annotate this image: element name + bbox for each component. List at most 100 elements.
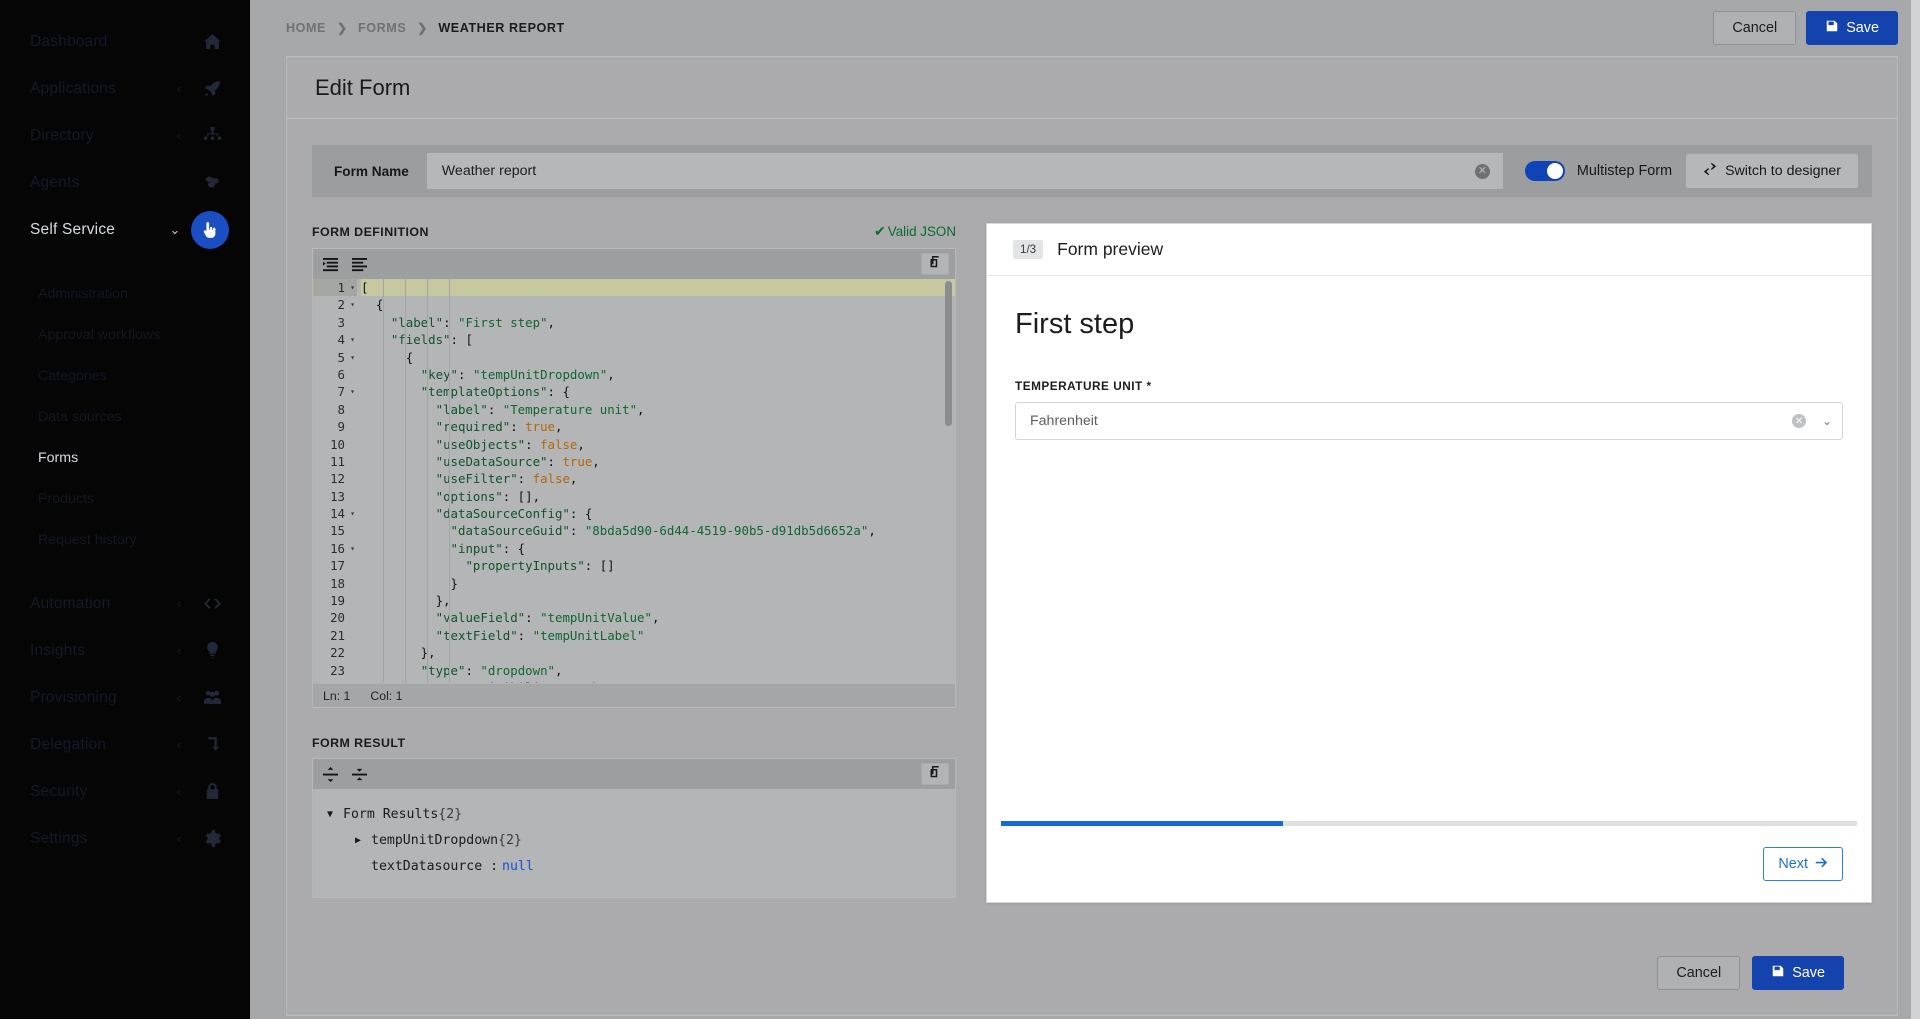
form-result-area: ▼ Form Results {2} ▶ tempUnitDropdown {2} te… bbox=[312, 758, 956, 898]
breadcrumb-item[interactable]: FORMS bbox=[358, 21, 406, 35]
chevron-icon[interactable]: ‹ bbox=[168, 737, 190, 752]
next-button[interactable]: Next bbox=[1763, 847, 1843, 881]
chevron-icon[interactable]: ‹ bbox=[168, 784, 190, 799]
sidebar-item-delegation[interactable]: Delegation ‹ bbox=[0, 721, 250, 768]
code-column: [ { "label": "First step", "fields": [ {… bbox=[361, 279, 955, 683]
step-badge: 1/3 bbox=[1013, 240, 1044, 259]
sidebar-subitem-approval-workflows[interactable]: Approval workflows bbox=[0, 314, 250, 355]
tree-value: null bbox=[502, 858, 534, 874]
switch-to-designer-button[interactable]: Switch to designer bbox=[1686, 154, 1858, 188]
fold-toggle-icon[interactable]: ▾ bbox=[350, 505, 355, 522]
sidebar-subitem-products[interactable]: Products bbox=[0, 478, 250, 519]
chevron-icon[interactable]: ⌄ bbox=[164, 222, 186, 238]
multistep-toggle[interactable] bbox=[1524, 161, 1565, 181]
page-scrollbar[interactable] bbox=[1911, 0, 1920, 1019]
chevron-icon[interactable]: ‹ bbox=[168, 690, 190, 705]
sidebar-item-applications[interactable]: Applications ‹ bbox=[0, 65, 250, 112]
compact-lines-icon[interactable] bbox=[352, 257, 367, 272]
chevron-icon[interactable]: ‹ bbox=[168, 596, 190, 611]
code-line: "useDataSource": true, bbox=[435, 453, 600, 469]
sidebar-item-automation[interactable]: Automation ‹ bbox=[0, 580, 250, 627]
sidebar-item-directory[interactable]: Directory ‹ bbox=[0, 112, 250, 159]
lock-icon bbox=[196, 776, 228, 808]
form-name-input[interactable] bbox=[441, 163, 1475, 179]
rocket-icon bbox=[196, 73, 228, 105]
fold-toggle-icon[interactable]: ▾ bbox=[350, 279, 355, 296]
sidebar-item-agents[interactable]: Agents bbox=[0, 159, 250, 206]
line-number: 18 bbox=[330, 575, 345, 591]
indent-format-icon[interactable] bbox=[323, 257, 338, 272]
floppy-disk-icon bbox=[1771, 964, 1785, 982]
collapse-all-icon[interactable] bbox=[352, 767, 367, 782]
code-line: "useObjects": false, bbox=[435, 436, 585, 452]
temperature-unit-select[interactable]: Fahrenheit ✕ ⌄ bbox=[1015, 402, 1843, 440]
users-icon bbox=[196, 682, 228, 714]
chevron-down-icon[interactable]: ⌄ bbox=[1822, 414, 1832, 428]
sidebar-subitem-request-history[interactable]: Request history bbox=[0, 519, 250, 560]
cancel-button-bottom[interactable]: Cancel bbox=[1657, 956, 1741, 990]
top-bar: HOME ❯ FORMS ❯ WEATHER REPORT Cancel Save bbox=[250, 0, 1920, 56]
line-number-gutter: 1 ▾ 2 ▾ 3 4 ▾ 5 ▾ 6 7 ▾ 8 9 10 11 12 13 14 ▾ 15 16 ▾ 17 18 19 20 21… bbox=[313, 279, 361, 683]
fold-toggle-icon[interactable]: ▾ bbox=[350, 540, 355, 557]
fold-toggle-icon[interactable]: ▾ bbox=[350, 296, 355, 313]
line-number: 12 bbox=[330, 471, 345, 487]
tree-caret-icon[interactable]: ▼ bbox=[327, 809, 343, 820]
sidebar-item-label: Settings bbox=[30, 829, 88, 847]
code-line: { bbox=[361, 297, 384, 313]
sidebar-item-provisioning[interactable]: Provisioning ‹ bbox=[0, 674, 250, 721]
chevron-icon[interactable]: ‹ bbox=[168, 81, 190, 96]
sidebar-item-security[interactable]: Security ‹ bbox=[0, 768, 250, 815]
main-area: HOME ❯ FORMS ❯ WEATHER REPORT Cancel Save Ed… bbox=[250, 0, 1920, 1019]
cancel-button-top[interactable]: Cancel bbox=[1713, 11, 1797, 45]
tree-row[interactable]: ▼ Form Results {2} bbox=[313, 801, 955, 827]
clear-circle-icon[interactable]: ✕ bbox=[1474, 163, 1490, 179]
chevron-icon[interactable]: ‹ bbox=[168, 128, 190, 143]
fold-toggle-icon[interactable]: ▾ bbox=[350, 383, 355, 400]
fold-toggle-icon[interactable]: ▾ bbox=[350, 331, 355, 348]
multistep-toggle-group: Multistep Form bbox=[1503, 161, 1686, 181]
sidebar-secondary-nav: Automation ‹ Insights ‹ Provisioning ‹ Delegat… bbox=[0, 580, 250, 862]
save-button-top[interactable]: Save bbox=[1806, 11, 1898, 45]
tree-caret-icon[interactable]: ▶ bbox=[355, 835, 371, 846]
code-area[interactable]: 1 ▾ 2 ▾ 3 4 ▾ 5 ▾ 6 7 ▾ 8 9 10 11 12 13 14 ▾ 15 16 ▾ 17 18 19 20 21… bbox=[313, 279, 955, 683]
floppy-disk-icon bbox=[1825, 19, 1839, 37]
form-result-block: FORM RESULT ▼ Form Results {2} ▶ tempUni… bbox=[312, 736, 956, 898]
sidebar-item-insights[interactable]: Insights ‹ bbox=[0, 627, 250, 674]
tree-row[interactable]: textDatasource : null bbox=[313, 853, 955, 879]
copy-result-button[interactable] bbox=[921, 763, 949, 785]
sidebar-item-self-service[interactable]: Self Service ⌄ bbox=[0, 206, 250, 253]
code-line: "textField": "tempUnitLabel" bbox=[435, 627, 645, 643]
sidebar-subitem-categories[interactable]: Categories bbox=[0, 355, 250, 396]
code-line: }, bbox=[361, 645, 436, 661]
next-button-label: Next bbox=[1778, 856, 1808, 872]
breadcrumb-item[interactable]: HOME bbox=[286, 21, 326, 35]
sidebar-item-settings[interactable]: Settings ‹ bbox=[0, 815, 250, 862]
right-pane: 1/3 Form preview First step TEMPERATURE … bbox=[972, 223, 1872, 931]
chevron-icon[interactable]: ‹ bbox=[168, 831, 190, 846]
copy-definition-button[interactable] bbox=[921, 253, 949, 275]
arrow-turn-icon bbox=[196, 729, 228, 761]
code-line: } bbox=[361, 575, 458, 591]
save-button-bottom[interactable]: Save bbox=[1752, 956, 1844, 990]
tree-label: tempUnitDropdown bbox=[371, 832, 499, 848]
arrow-right-icon bbox=[1815, 856, 1828, 873]
chevron-icon[interactable]: ‹ bbox=[168, 643, 190, 658]
form-result-title: FORM RESULT bbox=[312, 736, 406, 750]
save-button-top-label: Save bbox=[1846, 20, 1879, 36]
sidebar-subitem-administration[interactable]: Administration bbox=[0, 273, 250, 314]
expand-all-icon[interactable] bbox=[323, 766, 338, 782]
sidebar-item-dashboard[interactable]: Dashboard bbox=[0, 18, 250, 65]
editor-vertical-scrollbar[interactable] bbox=[945, 281, 952, 426]
sidebar-item-label: Insights bbox=[30, 641, 86, 659]
code-line: "summaryVisibility": "Show" bbox=[361, 679, 955, 683]
clear-circle-icon[interactable]: ✕ bbox=[1791, 414, 1806, 428]
fold-toggle-icon[interactable]: ▾ bbox=[350, 349, 355, 366]
code-line: }, bbox=[361, 593, 451, 609]
code-line: "fields": [ bbox=[390, 332, 473, 348]
sidebar-subitem-data-sources[interactable]: Data sources bbox=[0, 396, 250, 437]
card-footer-actions: Cancel Save bbox=[312, 931, 1872, 1015]
tree-row[interactable]: ▶ tempUnitDropdown {2} bbox=[313, 827, 955, 853]
code-line: "propertyInputs": [] bbox=[465, 558, 615, 574]
sidebar-subitem-forms[interactable]: Forms bbox=[0, 437, 250, 478]
sidebar-item-label: Directory bbox=[30, 126, 94, 144]
